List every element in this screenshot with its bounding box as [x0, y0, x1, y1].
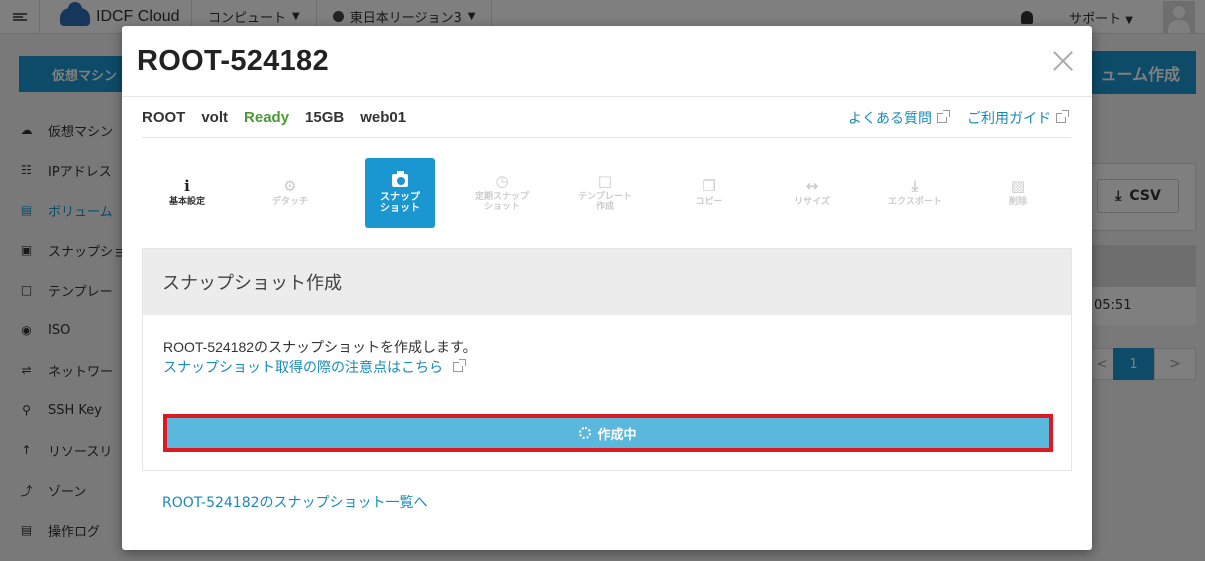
trash-icon: ▧ [1010, 176, 1026, 195]
close-icon[interactable] [1052, 50, 1074, 72]
tile-basic-settings[interactable]: i 基本設定 [152, 158, 222, 228]
spinner-icon [579, 427, 592, 439]
creating-progress-button: 作成中 [163, 414, 1053, 452]
volume-info-row: ROOT volt Ready 15GB web01 よくある質問 ご利用ガイド [142, 98, 1071, 138]
external-link-icon [453, 359, 466, 372]
tile-copy: ❐ コピー [695, 176, 723, 208]
clock-icon: ◷ [495, 171, 509, 190]
attached-vm: web01 [360, 109, 407, 126]
panel-title: スナップショット作成 [143, 249, 1071, 315]
info-icon: i [184, 176, 190, 195]
volume-provider: volt [201, 109, 229, 126]
snapshot-notice-link[interactable]: スナップショット取得の際の注意点はこちら [163, 357, 466, 377]
status-badge: Ready [244, 109, 290, 126]
panel-description: ROOT-524182のスナップショットを作成します。 [163, 339, 477, 355]
file-icon: □ [597, 171, 613, 190]
help-links: よくある質問 ご利用ガイド [828, 108, 1069, 128]
tile-snapshot[interactable]: スナップ ショット [365, 158, 435, 228]
volume-type: ROOT [142, 109, 186, 126]
snapshot-list-link[interactable]: ROOT-524182のスナップショット一覧へ [162, 492, 428, 512]
resize-icon: ↔ [805, 176, 819, 195]
modal-title: ROOT-524182 [137, 44, 329, 77]
volume-detail-modal: ROOT-524182 ROOT volt Ready 15GB web01 よ… [122, 26, 1092, 550]
tile-resize: ↔ リサイズ [794, 176, 830, 208]
external-link-icon [1056, 110, 1069, 123]
tile-create-template: □ テンプレート 作成 [578, 171, 632, 212]
camera-icon [392, 170, 408, 188]
volume-size: 15GB [305, 109, 345, 126]
tile-scheduled-snapshot: ◷ 定期スナップ ショット [474, 171, 529, 212]
external-link-icon [937, 110, 950, 123]
download-icon: ⤓ [911, 176, 919, 195]
tile-delete: ▧ 削除 [1008, 176, 1027, 208]
modal-header: ROOT-524182 [122, 26, 1092, 97]
guide-link[interactable]: ご利用ガイド [967, 108, 1069, 128]
gear-icon: ⚙ [283, 176, 297, 195]
copy-icon: ❐ [702, 176, 716, 195]
faq-link[interactable]: よくある質問 [848, 108, 950, 128]
tile-export: ⤓ エクスポート [888, 176, 942, 208]
action-tiles: i 基本設定 ⚙ デタッチ スナップ ショット ◷ 定期スナップ ショット □ テンプレ… [152, 158, 1062, 228]
tile-detach: ⚙ デタッチ [271, 176, 308, 208]
snapshot-panel: スナップショット作成 ROOT-524182のスナップショットを作成します。 ス… [142, 248, 1072, 471]
